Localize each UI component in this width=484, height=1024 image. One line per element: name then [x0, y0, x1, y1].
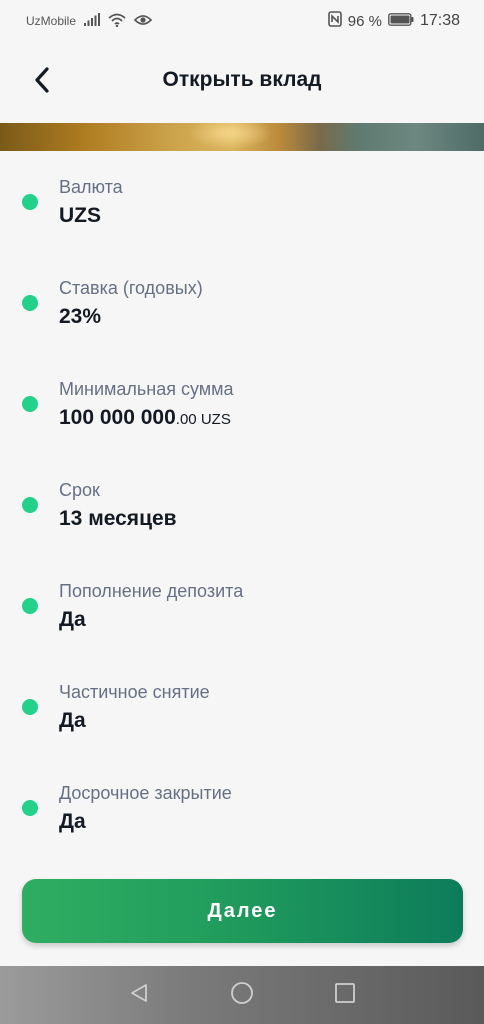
detail-value: 100 000 000.00 UZS	[59, 406, 231, 430]
nav-back-button[interactable]	[126, 982, 152, 1008]
next-button[interactable]: Далее	[22, 879, 463, 943]
detail-label: Пополнение депозита	[59, 581, 244, 601]
detail-label: Ставка (годовых)	[59, 278, 203, 298]
page-title: Открыть вклад	[162, 68, 322, 91]
detail-value: UZS	[59, 204, 101, 227]
status-bar: UzMobile 96 % 17:38	[0, 0, 484, 42]
clock: 17:38	[419, 12, 460, 29]
app-screen: UzMobile 96 % 17:38 Открыть вклад Валюта…	[0, 0, 484, 1024]
detail-label: Срок	[59, 480, 100, 500]
bullet-dot-icon	[22, 699, 38, 715]
amount-main: 100 000 000	[59, 406, 176, 429]
bullet-dot-icon	[22, 598, 38, 614]
bullet-dot-icon	[22, 194, 38, 210]
battery-percent: 96 %	[347, 12, 382, 30]
detail-min-amount: Минимальная сумма 100 000 000.00 UZS	[0, 354, 484, 455]
signal-icon	[84, 13, 101, 29]
detail-value: Да	[59, 608, 86, 631]
home-circle-icon	[230, 981, 254, 1010]
promo-banner-image	[0, 123, 484, 151]
status-left: UzMobile	[26, 13, 153, 30]
detail-value: Да	[59, 810, 86, 833]
header: Открыть вклад	[0, 42, 484, 122]
detail-label: Частичное снятие	[59, 682, 210, 702]
detail-value: Да	[59, 709, 86, 732]
amount-fraction: .00	[175, 411, 197, 428]
detail-value: 13 месяцев	[59, 507, 177, 530]
detail-partial-withdrawal: Частичное снятие Да	[0, 657, 484, 758]
amount-currency: UZS	[196, 411, 231, 428]
carrier-name: UzMobile	[26, 14, 77, 28]
bullet-dot-icon	[22, 800, 38, 816]
nav-recents-button[interactable]	[332, 982, 358, 1008]
bullet-dot-icon	[22, 396, 38, 412]
status-right: 96 % 17:38	[327, 11, 460, 31]
detail-label: Минимальная сумма	[59, 379, 234, 399]
wifi-icon	[108, 13, 126, 30]
detail-value: 23%	[59, 305, 102, 328]
detail-replenishment: Пополнение депозита Да	[0, 556, 484, 657]
detail-label: Валюта	[59, 177, 123, 197]
detail-currency: Валюта UZS	[0, 152, 484, 253]
deposit-details-list: Валюта UZS Ставка (годовых) 23% Минималь…	[0, 152, 484, 859]
back-triangle-icon	[128, 982, 150, 1009]
detail-early-closing: Досрочное закрытие Да	[0, 758, 484, 859]
bullet-dot-icon	[22, 497, 38, 513]
recents-square-icon	[334, 982, 356, 1009]
nav-home-button[interactable]	[229, 981, 255, 1010]
battery-icon	[388, 12, 414, 30]
detail-label: Досрочное закрытие	[59, 783, 232, 803]
nfc-icon	[327, 11, 342, 31]
detail-term: Срок 13 месяцев	[0, 455, 484, 556]
detail-rate: Ставка (годовых) 23%	[0, 253, 484, 354]
system-nav-bar	[0, 966, 484, 1024]
bullet-dot-icon	[22, 295, 38, 311]
eye-icon	[133, 14, 153, 29]
